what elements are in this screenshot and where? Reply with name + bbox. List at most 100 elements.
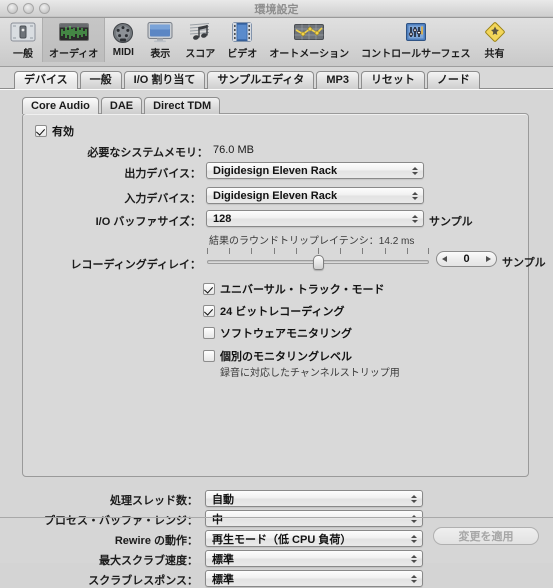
subtab-direct-tdm[interactable]: Direct TDM (144, 97, 221, 114)
independent-monitoring-hint-wrap: 録音に対応したチャンネルストリップ用 (220, 364, 400, 379)
universal-track-mode-checkbox[interactable] (203, 283, 215, 295)
enabled-checkbox-row[interactable]: 有効 (35, 123, 74, 139)
io-buffer-label: I/O バッファサイズ： (95, 216, 201, 228)
apply-changes-button[interactable]: 変更を適用 (433, 527, 539, 545)
chevron-updown-icon (410, 163, 419, 178)
sharing-diamond-icon (483, 21, 507, 43)
system-memory-label-wrap: 必要なシステムメモリ： (23, 144, 208, 160)
toolbar-label-score: スコア (185, 49, 216, 60)
enabled-checkbox[interactable] (35, 125, 47, 137)
software-monitoring-checkbox[interactable] (203, 327, 215, 339)
option-independent-monitoring-row[interactable]: 個別のモニタリングレベル (203, 348, 352, 364)
independent-monitoring-label: 個別のモニタリングレベル (220, 351, 352, 363)
footer-bar: 変更を適用 (0, 517, 553, 563)
preferences-toolbar: 一般 オーディオ MIDI 表示 スコア ビデオ オートメーション コントロール… (0, 18, 553, 67)
tab-general[interactable]: 一般 (79, 71, 122, 89)
toolbar-label-control-surfaces: コントロールサーフェス (361, 49, 471, 60)
option-universal-track-mode-row[interactable]: ユニバーサル・トラック・モード (203, 281, 385, 297)
processing-threads-label: 処理スレッド数： (110, 495, 198, 507)
input-device-label-wrap: 入力デバイス： (23, 190, 201, 206)
toolbar-item-control-surfaces[interactable]: コントロールサーフェス (355, 18, 476, 62)
toolbar-item-score[interactable]: スコア (179, 18, 221, 62)
tab-reset[interactable]: リセット (360, 71, 425, 89)
stepper-decrement-icon[interactable] (442, 252, 447, 266)
recording-delay-label: レコーディングディレイ： (70, 259, 201, 271)
toolbar-item-display[interactable]: 表示 (141, 18, 179, 62)
system-memory-value: 76.0 MB (213, 144, 254, 156)
option-software-monitoring-row[interactable]: ソフトウェアモニタリング (203, 325, 352, 341)
toolbar-label-sharing: 共有 (484, 49, 505, 60)
io-buffer-value: 128 (213, 212, 232, 225)
independent-monitoring-checkbox[interactable] (203, 350, 215, 362)
toolbar-item-automation[interactable]: オートメーション (263, 18, 355, 62)
preferences-window: 環境設定 一般 オーディオ MIDI 表示 スコア ビデオ オートメーション コ… (0, 0, 553, 587)
toolbar-item-midi[interactable]: MIDI (105, 18, 141, 62)
control-surface-icon (404, 21, 428, 43)
toolbar-item-general[interactable]: 一般 (4, 18, 42, 62)
latency-hint-wrap: 結果のラウンドトリップレイテンシ：14.2 ms (209, 232, 414, 247)
system-memory-value-wrap: 76.0 MB (213, 144, 254, 156)
chevron-updown-icon (410, 188, 419, 203)
processing-threads-label-wrap: 処理スレッド数： (0, 492, 198, 508)
automation-curve-icon (294, 21, 325, 43)
stepper-increment-icon[interactable] (486, 252, 491, 266)
output-device-label-wrap: 出力デバイス： (23, 165, 201, 181)
toolbar-item-sharing[interactable]: 共有 (477, 18, 513, 62)
recording-delay-value: 0 (463, 253, 470, 265)
primary-tab-bar: デバイス 一般 I/O 割り当て サンプルエディタ MP3 リセット ノード (0, 67, 553, 89)
input-device-select[interactable]: Digidesign Eleven Rack (206, 187, 424, 204)
processing-threads-select[interactable]: 自動 (205, 490, 423, 507)
output-device-select[interactable]: Digidesign Eleven Rack (206, 162, 424, 179)
option-24bit-recording-row[interactable]: 24 ビットレコーディング (203, 303, 345, 319)
audio-waveform-icon (58, 21, 89, 43)
recording-delay-slider[interactable] (207, 248, 429, 270)
24bit-recording-checkbox[interactable] (203, 305, 215, 317)
scrub-response-label-wrap: スクラブレスポンス： (0, 572, 198, 588)
output-device-label: 出力デバイス： (124, 168, 201, 180)
input-device-value: Digidesign Eleven Rack (213, 189, 338, 202)
output-device-value: Digidesign Eleven Rack (213, 164, 338, 177)
enabled-checkbox-label: 有効 (52, 126, 74, 138)
recording-delay-label-wrap: レコーディングディレイ： (23, 256, 201, 272)
title-bar: 環境設定 (0, 0, 553, 18)
tab-mp3[interactable]: MP3 (316, 71, 359, 89)
subtab-dae[interactable]: DAE (100, 97, 143, 114)
window-title: 環境設定 (254, 4, 299, 16)
midi-port-icon (111, 21, 135, 45)
universal-track-mode-label: ユニバーサル・トラック・モード (220, 284, 385, 296)
io-buffer-unit-wrap: サンプル (429, 213, 473, 229)
subtab-core-audio[interactable]: Core Audio (22, 97, 99, 114)
tab-nodes[interactable]: ノード (426, 71, 480, 89)
input-device-label: 入力デバイス： (124, 193, 201, 205)
chevron-updown-icon (410, 211, 419, 226)
chevron-updown-icon (409, 491, 418, 506)
toolbar-item-video[interactable]: ビデオ (221, 18, 263, 62)
io-buffer-select[interactable]: 128 (206, 210, 424, 227)
slider-knob[interactable] (312, 255, 324, 270)
tab-sample-editor[interactable]: サンプルエディタ (207, 71, 315, 89)
recording-delay-unit-wrap: サンプル (502, 254, 546, 270)
io-buffer-unit: サンプル (429, 216, 473, 228)
toolbar-label-audio: オーディオ (49, 49, 99, 60)
latency-hint: 結果のラウンドトリップレイテンシ：14.2 ms (209, 236, 415, 247)
video-film-icon (230, 21, 254, 43)
tab-io-assignment[interactable]: I/O 割り当て (123, 71, 206, 89)
tab-devices[interactable]: デバイス (14, 71, 78, 89)
secondary-tab-bar: Core Audio DAE Direct TDM (22, 97, 222, 114)
independent-monitoring-hint: 録音に対応したチャンネルストリップ用 (220, 368, 400, 379)
footer-divider (0, 517, 553, 518)
score-notes-icon (188, 21, 212, 43)
scrub-response-label: スクラブレスポンス： (88, 575, 198, 587)
toolbar-label-midi: MIDI (112, 47, 134, 58)
toolbar-item-audio[interactable]: オーディオ (42, 18, 106, 62)
toolbar-label-video: ビデオ (227, 49, 258, 60)
24bit-recording-label: 24 ビットレコーディング (220, 306, 345, 318)
toolbar-label-display: 表示 (150, 49, 171, 60)
system-memory-label: 必要なシステムメモリ： (87, 147, 208, 159)
processing-threads-value: 自動 (212, 493, 234, 506)
recording-delay-stepper[interactable]: 0 (436, 251, 497, 267)
scrub-response-select[interactable]: 標準 (205, 570, 423, 587)
toolbar-label-automation: オートメーション (269, 49, 350, 60)
core-audio-group: 有効 必要なシステムメモリ： 76.0 MB 出力デバイス： Digidesig… (22, 113, 546, 477)
content-pane: Core Audio DAE Direct TDM 有効 必要なシステムメモリ：… (0, 89, 553, 587)
